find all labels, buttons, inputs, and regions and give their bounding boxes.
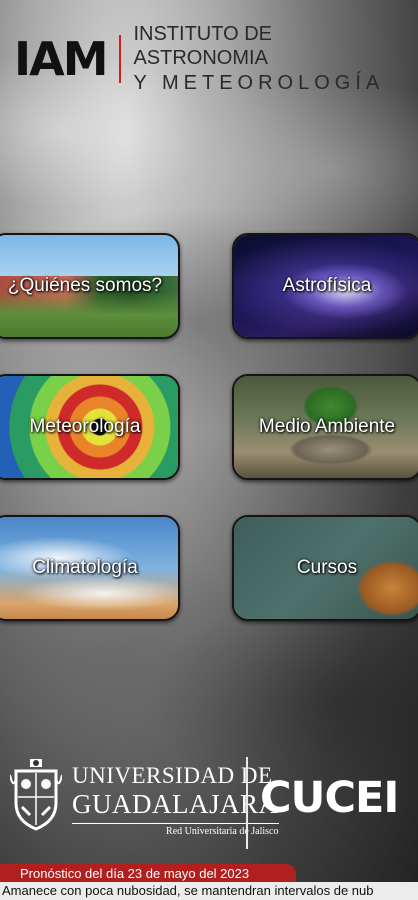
iam-logo-header: IAM INSTITUTO DE ASTRONOMIA Y METEOROLOG…: [14, 23, 406, 94]
tile-astrofisica[interactable]: Astrofísica: [232, 233, 418, 339]
logo-divider: [246, 757, 248, 849]
forecast-title-bar: Pronóstico del día 23 de mayo del 2023: [0, 864, 296, 882]
institute-name: INSTITUTO DE ASTRONOMIA Y METEOROLOGÍA: [133, 22, 406, 96]
cucei-logo: CUCEI: [260, 773, 399, 823]
forecast-text: Amanece con poca nubosidad, se mantendra…: [2, 883, 374, 898]
tile-label: Cursos: [296, 557, 358, 578]
tile-label: Medio Ambiente: [258, 416, 396, 437]
institute-name-line1: INSTITUTO DE ASTRONOMIA: [133, 23, 272, 69]
forecast-ticker[interactable]: Amanece con poca nubosidad, se mantendra…: [0, 882, 418, 900]
iam-logo-mark: IAM: [14, 32, 108, 86]
tile-climatologia[interactable]: Climatología: [0, 515, 180, 621]
tile-label: ¿Quiénes somos?: [7, 275, 163, 296]
tile-label: Astrofísica: [282, 275, 372, 296]
tile-medio-ambiente[interactable]: Medio Ambiente: [232, 374, 418, 480]
institute-name-line2: Y METEOROLOGÍA: [133, 72, 385, 94]
tile-cursos[interactable]: Cursos: [232, 515, 418, 621]
tile-quienes-somos[interactable]: ¿Quiénes somos?: [0, 233, 180, 339]
udg-shield-icon: [10, 759, 62, 831]
footer-logos: UNIVERSIDAD DE GUADALAJARA Red Universit…: [10, 755, 408, 849]
forecast-title: Pronóstico del día 23 de mayo del 2023: [20, 865, 250, 881]
tile-meteorologia[interactable]: Meteorología: [0, 374, 180, 480]
logo-divider-bar: [118, 35, 122, 83]
tile-label: Climatología: [32, 557, 138, 578]
tile-label: Meteorología: [29, 416, 141, 437]
